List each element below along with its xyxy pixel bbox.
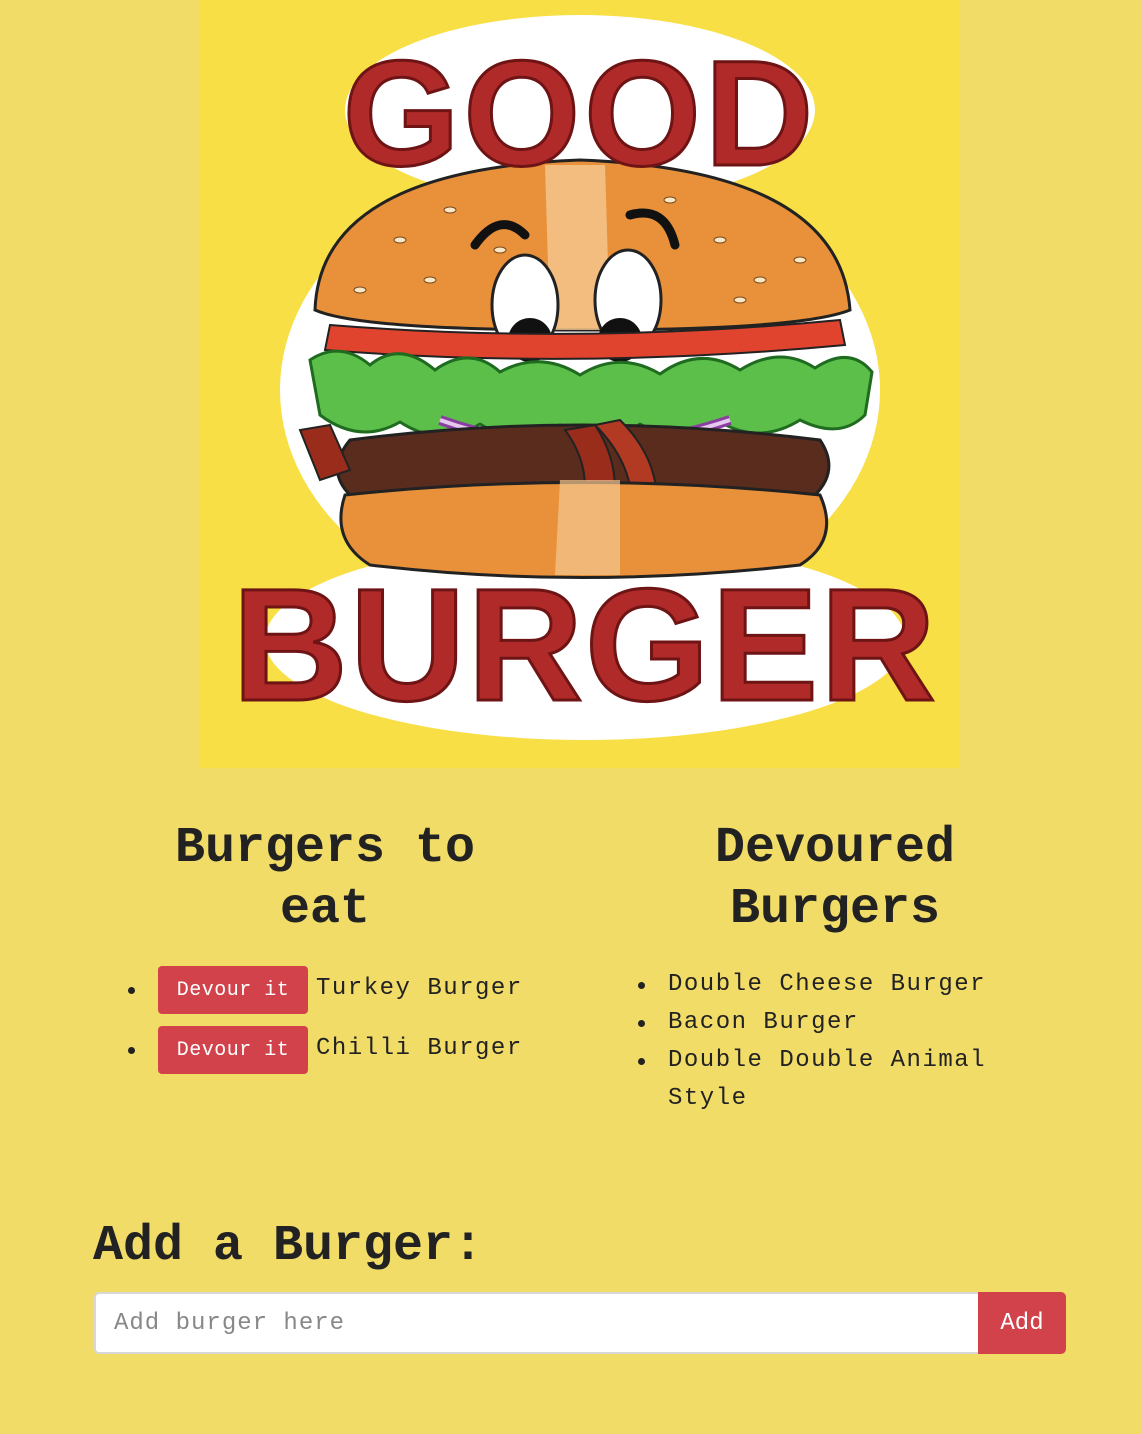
add-burger-form: Add bbox=[94, 1292, 1066, 1354]
burger-name: Turkey Burger bbox=[316, 974, 523, 1002]
devour-button[interactable]: Devour it bbox=[158, 966, 308, 1014]
burger-name: Chilli Burger bbox=[316, 1034, 523, 1062]
devour-button[interactable]: Devour it bbox=[158, 1026, 308, 1074]
add-burger-heading: Add a Burger: bbox=[93, 1218, 484, 1275]
uneaten-burger-list: Devour it Turkey Burger Devour it Chilli… bbox=[128, 966, 548, 1086]
list-item: Double Double Animal Style bbox=[638, 1042, 988, 1118]
list-item: Bacon Burger bbox=[638, 1004, 988, 1042]
good-burger-logo: GOOD BURGER bbox=[200, 0, 960, 768]
burger-name-input[interactable] bbox=[94, 1292, 978, 1354]
burger-illustration: GOOD BURGER bbox=[231, 15, 937, 740]
list-item: Devour it Chilli Burger bbox=[128, 1026, 548, 1074]
add-button[interactable]: Add bbox=[978, 1292, 1066, 1354]
devoured-burger-list: Double Cheese Burger Bacon Burger Double… bbox=[638, 966, 988, 1118]
logo-good-text: GOOD bbox=[343, 29, 817, 197]
list-item: Double Cheese Burger bbox=[638, 966, 988, 1004]
logo-burger-text: BURGER bbox=[232, 555, 937, 734]
list-item: Devour it Turkey Burger bbox=[128, 966, 548, 1014]
devoured-burgers-heading: Devoured Burgers bbox=[714, 820, 956, 938]
burgers-to-eat-heading: Burgers to eat bbox=[174, 820, 476, 938]
